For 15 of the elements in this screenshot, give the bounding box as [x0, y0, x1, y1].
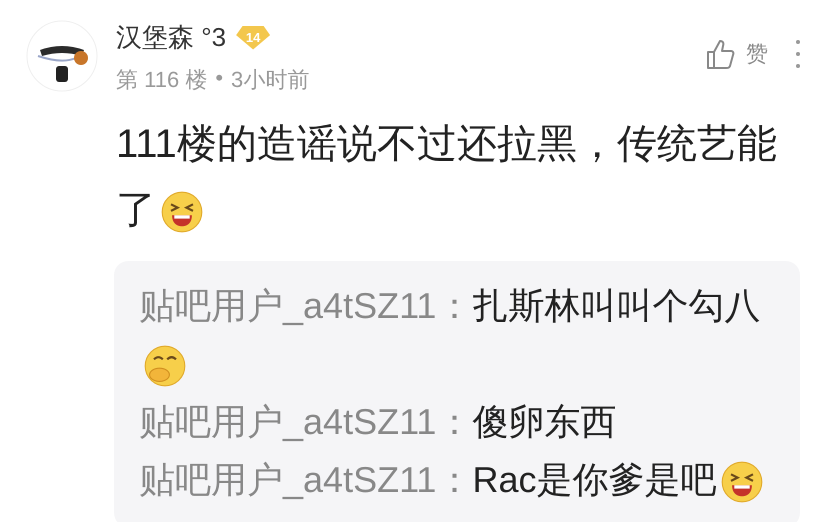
post-time: 3小时前: [231, 66, 310, 94]
comment-text: 111楼的造谣说不过还拉黑，传统艺能了: [116, 111, 784, 243]
reply-text: 贴吧用户_a4tSZ11：傻卵东西: [139, 400, 618, 444]
thumbs-up-icon: [706, 38, 736, 70]
level-badge: 14: [236, 26, 270, 50]
laughing-emoji-icon: [720, 460, 764, 504]
more-options-icon[interactable]: [794, 39, 802, 69]
user-name[interactable]: 汉堡森 °3: [116, 20, 226, 55]
reply-text: 贴吧用户_a4tSZ11：扎斯林叫叫个勾八: [139, 277, 775, 393]
laughing-emoji-icon: [160, 190, 204, 234]
separator-dot: •: [215, 65, 224, 92]
floor-number: 第 116 楼: [116, 66, 208, 94]
giggling-emoji-icon: [143, 344, 187, 388]
reply-text: 贴吧用户_a4tSZ11：Rac是你爹是吧: [139, 451, 775, 509]
like-button[interactable]: 赞: [706, 38, 768, 70]
